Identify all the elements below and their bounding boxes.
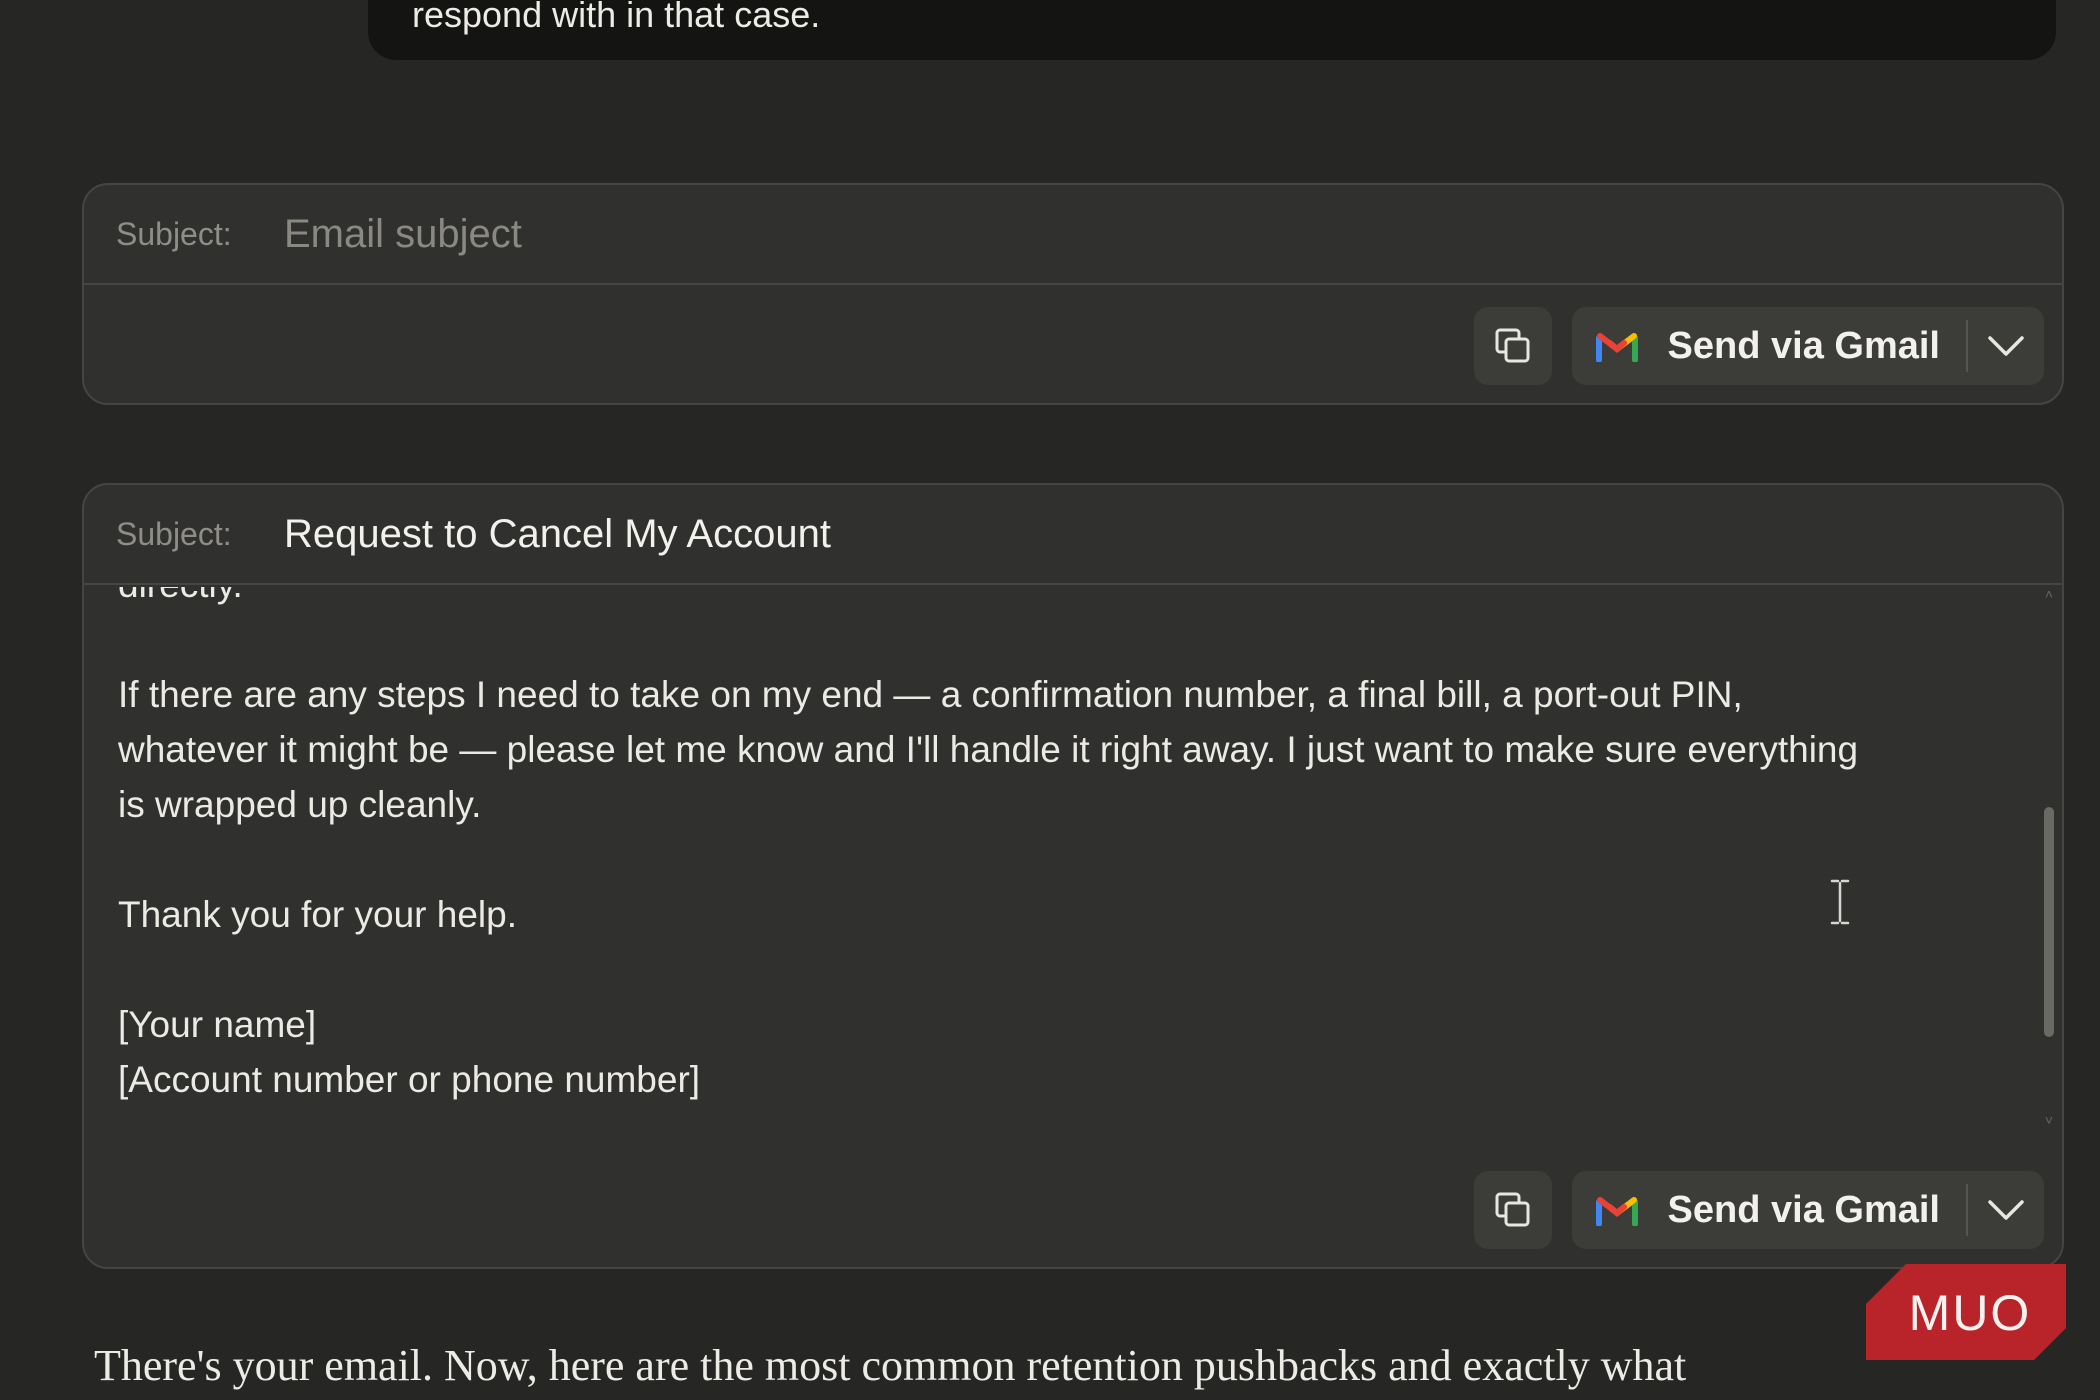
scroll-up-arrow[interactable]: ˄	[2042, 587, 2056, 601]
subject-label: Subject:	[116, 515, 232, 552]
chevron-down-icon	[1988, 1200, 2024, 1220]
send-options-dropdown[interactable]	[1968, 307, 2044, 385]
email-actions: Send via Gmail	[1473, 1171, 2044, 1249]
subject-row: Subject:	[84, 185, 2062, 285]
email-actions: Send via Gmail	[1473, 307, 2044, 385]
copy-icon	[1495, 1192, 1530, 1227]
subject-label: Subject:	[116, 215, 232, 252]
gmail-icon	[1595, 333, 1638, 362]
scrollbar-thumb[interactable]	[2044, 807, 2054, 1037]
muo-watermark-logo: MUO	[1866, 1264, 2066, 1360]
send-via-gmail-button[interactable]: Send via Gmail	[1572, 307, 1966, 385]
subject-row: Subject:	[84, 485, 2062, 585]
copy-icon	[1495, 328, 1530, 363]
subject-input[interactable]	[284, 211, 1884, 257]
text-cursor-icon	[1830, 879, 1850, 925]
send-label: Send via Gmail	[1667, 324, 1940, 367]
send-via-gmail-button[interactable]: Send via Gmail	[1572, 1171, 1966, 1249]
email-body-editor[interactable]: directly. If there are any steps I need …	[84, 587, 2062, 1127]
email-draft-card-empty: Subject: Send via Gmail	[82, 183, 2064, 405]
send-options-dropdown[interactable]	[1968, 1171, 2044, 1249]
send-label: Send via Gmail	[1667, 1188, 1940, 1231]
user-message-text: respond with in that case.	[412, 0, 821, 35]
send-via-gmail-split-button: Send via Gmail	[1571, 307, 2044, 385]
send-via-gmail-split-button: Send via Gmail	[1571, 1171, 2044, 1249]
subject-input[interactable]	[284, 511, 1884, 557]
user-message-bubble: respond with in that case.	[368, 0, 2056, 60]
svg-text:MUO: MUO	[1909, 1285, 2032, 1341]
email-body-text[interactable]: directly. If there are any steps I need …	[118, 587, 2008, 1107]
scroll-down-arrow[interactable]: ˅	[2042, 1113, 2056, 1127]
email-draft-card: Subject: directly. If there are any step…	[82, 483, 2064, 1269]
assistant-response-text: There's your email. Now, here are the mo…	[94, 1341, 1687, 1390]
gmail-icon	[1595, 1197, 1638, 1226]
copy-button[interactable]	[1473, 307, 1552, 385]
scrollbar[interactable]: ˄ ˅	[2042, 587, 2056, 1127]
copy-button[interactable]	[1473, 1171, 1552, 1249]
chevron-down-icon	[1988, 336, 2024, 356]
